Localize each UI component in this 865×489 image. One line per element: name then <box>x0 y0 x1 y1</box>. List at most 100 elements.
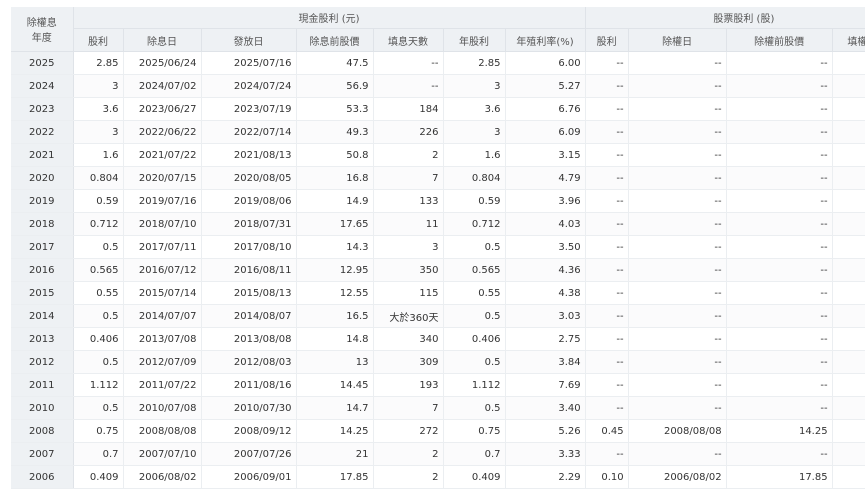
table-row: 2011 1.112 2011/07/22 2011/08/16 14.45 193 1.1… <box>11 373 865 397</box>
cell-cash-dividend: 0.75 <box>73 419 124 443</box>
cell-stock-dividend: -- <box>585 97 629 121</box>
col-fill-rights-days: 填權天數 <box>832 28 865 52</box>
cell-pre-ex-rights-price: -- <box>726 143 833 167</box>
cell-year: 2010 <box>11 396 74 420</box>
cell-ex-rights-date: -- <box>628 281 727 305</box>
cell-cash-dividend: 0.409 <box>73 465 124 489</box>
cell-stock-dividend: 0.45 <box>585 419 629 443</box>
cell-pre-ex-dividend-price: 12.55 <box>296 281 374 305</box>
cell-ex-dividend-date: 2015/07/14 <box>123 281 202 305</box>
cell-pre-ex-rights-price: -- <box>726 74 833 98</box>
cell-year: 2014 <box>11 304 74 328</box>
cell-stock-dividend: -- <box>585 189 629 213</box>
cell-pre-ex-rights-price: -- <box>726 97 833 121</box>
cell-stock-dividend: -- <box>585 51 629 75</box>
cell-annual-yield: 4.79 <box>505 166 586 190</box>
cell-stock-dividend: -- <box>585 304 629 328</box>
cell-stock-dividend: -- <box>585 143 629 167</box>
cell-ex-rights-date: 2006/08/02 <box>628 465 727 489</box>
cell-year: 2007 <box>11 442 74 466</box>
col-ex-dividend-date: 除息日 <box>123 28 202 52</box>
cell-annual-yield: 6.00 <box>505 51 586 75</box>
cell-ex-rights-date: -- <box>628 189 727 213</box>
cell-stock-dividend: -- <box>585 373 629 397</box>
col-pre-ex-dividend-price: 除息前股價 <box>296 28 374 52</box>
table-header: 除權息 年度 現金股利 (元) 股票股利 (股) 股利 除息日 發放日 除息前股… <box>11 7 865 52</box>
cell-annual-yield: 4.38 <box>505 281 586 305</box>
cell-annual-dividend: 0.5 <box>443 304 506 328</box>
cell-payment-date: 2015/08/13 <box>201 281 297 305</box>
cell-cash-dividend: 1.6 <box>73 143 124 167</box>
col-stock-dividend: 股利 <box>585 28 629 52</box>
cell-pre-ex-dividend-price: 16.8 <box>296 166 374 190</box>
cell-annual-yield: 5.26 <box>505 419 586 443</box>
cell-annual-yield: 4.36 <box>505 258 586 282</box>
cell-ex-dividend-date: 2022/06/22 <box>123 120 202 144</box>
cell-pre-ex-rights-price: -- <box>726 327 833 351</box>
cell-ex-dividend-date: 2010/07/08 <box>123 396 202 420</box>
cell-annual-dividend: 0.406 <box>443 327 506 351</box>
cell-pre-ex-rights-price: 14.25 <box>726 419 833 443</box>
table-row: 2022 3 2022/06/22 2022/07/14 49.3 226 3 6.09 -- -… <box>11 120 865 144</box>
cell-fill-rights-days: -- <box>832 281 865 305</box>
cell-annual-dividend: 0.55 <box>443 281 506 305</box>
cell-year: 2008 <box>11 419 74 443</box>
cell-cash-dividend: 0.565 <box>73 258 124 282</box>
cell-ex-rights-date: -- <box>628 74 727 98</box>
col-payment-date: 發放日 <box>201 28 297 52</box>
cell-annual-dividend: 0.5 <box>443 350 506 374</box>
cell-annual-dividend: 0.565 <box>443 258 506 282</box>
stock-dividend-group-header: 股票股利 (股) <box>585 7 865 29</box>
cell-annual-dividend: 0.59 <box>443 189 506 213</box>
cell-year: 2019 <box>11 189 74 213</box>
cell-fill-rights-days: -- <box>832 396 865 420</box>
cell-pre-ex-dividend-price: 17.85 <box>296 465 374 489</box>
cell-year: 2013 <box>11 327 74 351</box>
year-header-line2: 年度 <box>31 33 52 44</box>
cell-annual-yield: 4.03 <box>505 212 586 236</box>
cell-cash-dividend: 0.7 <box>73 442 124 466</box>
cell-fill-rights-days: -- <box>832 143 865 167</box>
cell-annual-yield: 3.33 <box>505 442 586 466</box>
cell-payment-date: 2024/07/24 <box>201 74 297 98</box>
cell-annual-yield: 7.69 <box>505 373 586 397</box>
table-row: 2012 0.5 2012/07/09 2012/08/03 13 309 0.5 3.84-… <box>11 350 865 374</box>
cell-pre-ex-dividend-price: 17.65 <box>296 212 374 236</box>
cell-fill-dividend-days: 2 <box>373 465 444 489</box>
cash-dividend-group-header: 現金股利 (元) <box>73 7 586 29</box>
cell-ex-rights-date: -- <box>628 120 727 144</box>
cell-cash-dividend: 3.6 <box>73 97 124 121</box>
table-row: 2019 0.59 2019/07/16 2019/08/06 14.9 133 0.59 3… <box>11 189 865 213</box>
cell-pre-ex-rights-price: -- <box>726 396 833 420</box>
cell-stock-dividend: -- <box>585 212 629 236</box>
cell-cash-dividend: 0.5 <box>73 396 124 420</box>
cell-annual-yield: 3.96 <box>505 189 586 213</box>
cell-pre-ex-dividend-price: 13 <box>296 350 374 374</box>
cell-ex-dividend-date: 2019/07/16 <box>123 189 202 213</box>
cell-annual-yield: 6.76 <box>505 97 586 121</box>
cell-annual-dividend: 0.5 <box>443 235 506 259</box>
cell-pre-ex-rights-price: -- <box>726 442 833 466</box>
cell-stock-dividend: -- <box>585 120 629 144</box>
cell-stock-dividend: -- <box>585 350 629 374</box>
cell-payment-date: 2008/09/12 <box>201 419 297 443</box>
cell-fill-dividend-days: 226 <box>373 120 444 144</box>
cell-stock-dividend: -- <box>585 166 629 190</box>
cell-ex-dividend-date: 2020/07/15 <box>123 166 202 190</box>
cell-fill-rights-days: 272 <box>832 419 865 443</box>
cell-pre-ex-rights-price: -- <box>726 166 833 190</box>
col-annual-dividend: 年股利 <box>443 28 506 52</box>
cell-ex-rights-date: -- <box>628 350 727 374</box>
cell-stock-dividend: 0.10 <box>585 465 629 489</box>
cell-year: 2018 <box>11 212 74 236</box>
cell-stock-dividend: -- <box>585 442 629 466</box>
table-body: 2025 2.85 2025/06/24 2025/07/16 47.5 -- 2.85 6.… <box>11 51 865 489</box>
cell-year: 2021 <box>11 143 74 167</box>
table-row: 2024 3 2024/07/02 2024/07/24 56.9 -- 3 5.27 -- --… <box>11 74 865 98</box>
table-row: 2021 1.6 2021/07/22 2021/08/13 50.8 2 1.6 3.15-… <box>11 143 865 167</box>
cell-stock-dividend: -- <box>585 396 629 420</box>
cell-ex-dividend-date: 2016/07/12 <box>123 258 202 282</box>
cell-payment-date: 2020/08/05 <box>201 166 297 190</box>
cell-fill-rights-days: -- <box>832 304 865 328</box>
table-row: 2007 0.7 2007/07/10 2007/07/26 21 2 0.7 3.33 -- -… <box>11 442 865 466</box>
